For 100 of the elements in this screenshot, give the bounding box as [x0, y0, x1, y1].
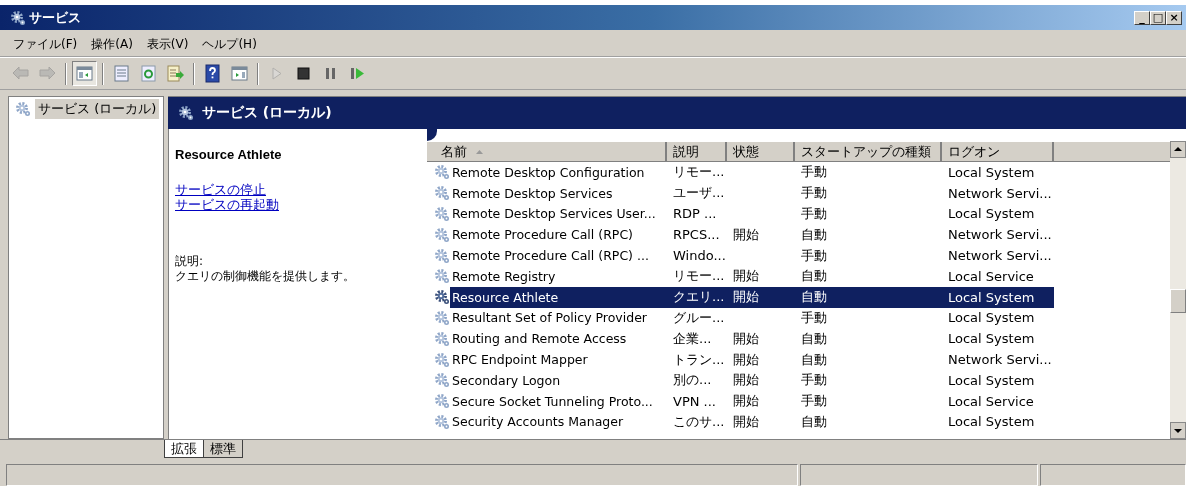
minimize-button[interactable]: _ — [1134, 10, 1150, 25]
table-cell-text: RPCS... — [672, 227, 721, 243]
link[interactable]: サービスの停止 — [175, 182, 266, 197]
tab[interactable]: 拡張 — [164, 440, 204, 458]
scrollbar[interactable] — [1170, 141, 1186, 439]
action-pane-icon[interactable] — [230, 64, 249, 83]
maximize-button[interactable]: □ — [1150, 10, 1166, 25]
menu-item[interactable]: 操作(A) — [84, 33, 140, 55]
gear-icon — [433, 351, 450, 368]
table-cell-text: Local System — [947, 206, 1036, 222]
table-cell-text: Resource Athlete — [451, 289, 560, 305]
gear-icon — [433, 185, 450, 202]
table-cell-text: 企業... — [672, 329, 713, 348]
table-cell-text: Remote Desktop Services — [451, 185, 614, 201]
window-title: サービス — [29, 8, 81, 27]
table-cell-text: 手動 — [800, 308, 828, 327]
table-cell-text: 開始 — [732, 267, 760, 286]
table-cell-text: Network Servi... — [947, 248, 1053, 264]
table-cell-text: 自動 — [800, 329, 828, 348]
table-cell-text: Network Servi... — [947, 227, 1053, 243]
menu-item[interactable]: ヘルプ(H) — [195, 33, 264, 55]
table-cell-text: 手動 — [800, 246, 828, 265]
table-cell-text: Windo... — [672, 248, 727, 264]
table-cell-text: Local System — [947, 331, 1036, 347]
gear-icon — [433, 206, 450, 222]
table-cell-text: グルー... — [672, 308, 726, 327]
table-cell-text: 開始 — [732, 392, 760, 411]
table-cell-text: 開始 — [732, 412, 760, 431]
gear-icon — [15, 101, 31, 117]
table-cell-text: 手動 — [800, 371, 828, 390]
help-icon[interactable] — [203, 64, 222, 83]
gear-icon — [433, 393, 450, 410]
table-cell-text: トラン... — [672, 350, 726, 369]
service-title: Resource Athlete — [175, 147, 283, 162]
column-header[interactable]: 名前 — [427, 142, 667, 161]
menu-item[interactable]: 表示(V) — [139, 33, 196, 55]
table-cell-text: Local System — [947, 289, 1036, 305]
gear-icon — [433, 247, 450, 264]
scroll-thumb[interactable] — [1170, 289, 1186, 313]
column-header[interactable]: 状態 — [727, 142, 795, 161]
table-cell-text: Remote Procedure Call (RPC) — [451, 227, 634, 243]
table-cell-text: 別の... — [672, 371, 713, 390]
table-cell-text: 開始 — [732, 329, 760, 348]
table-cell-text: Remote Procedure Call (RPC) ... — [451, 248, 650, 264]
table-cell-text: Remote Registry — [451, 268, 557, 284]
table-cell-text: Secondary Logon — [451, 372, 562, 388]
table-cell-text: 自動 — [800, 412, 828, 431]
column-header[interactable]: スタートアップの種類 — [795, 142, 942, 161]
tree-pane-icon[interactable] — [75, 64, 94, 83]
table-cell-text: Local System — [947, 372, 1036, 388]
export-list-icon[interactable] — [166, 64, 185, 83]
link[interactable]: サービスの再起動 — [175, 197, 279, 212]
table-cell-text: VPN ... — [672, 393, 717, 409]
table-cell-text: Security Accounts Manager — [451, 414, 625, 430]
table-cell-text: Remote Desktop Services User... — [451, 206, 657, 222]
description-text: クエリの制御機能を提供します。 — [175, 269, 356, 284]
scroll-up-icon[interactable] — [1170, 141, 1186, 158]
table-cell-text: 開始 — [732, 371, 760, 390]
table-cell-text: Local System — [947, 414, 1036, 430]
gear-icon — [10, 9, 26, 26]
gear-icon — [433, 289, 450, 306]
refresh-icon[interactable] — [139, 64, 158, 83]
table-cell-text: Network Servi... — [947, 185, 1053, 201]
column-header[interactable]: 説明 — [667, 142, 727, 161]
stop-icon[interactable] — [294, 64, 313, 83]
table-cell-text: Resultant Set of Policy Provider — [451, 310, 648, 326]
table-cell-text: 開始 — [732, 288, 760, 307]
table-cell-text: ユーザ... — [672, 184, 726, 203]
table-cell-text: 自動 — [800, 225, 828, 244]
table-cell-text: リモー... — [672, 163, 726, 182]
selected-row[interactable]: Resource Athlete クエリ... 開始 自動 Local System — [450, 286, 1054, 308]
table-cell-text: RDP ... — [672, 206, 718, 222]
gear-icon — [433, 372, 450, 389]
menu-item[interactable]: ファイル(F) — [6, 33, 85, 55]
gear-icon — [433, 268, 450, 285]
column-header[interactable]: ログオン — [942, 142, 1054, 161]
properties-icon[interactable] — [112, 64, 131, 83]
table-cell-text: 開始 — [732, 225, 760, 244]
table-cell-text: 自動 — [800, 350, 828, 369]
pane-title: サービス (ローカル) — [202, 104, 332, 122]
tab[interactable]: 標準 — [203, 440, 243, 458]
gear-icon — [433, 413, 450, 430]
table-cell-text: 開始 — [732, 350, 760, 369]
gear-icon — [178, 105, 194, 121]
scroll-down-icon[interactable] — [1170, 422, 1186, 439]
table-cell-text: Routing and Remote Access — [451, 331, 628, 347]
gear-icon — [433, 226, 450, 243]
gear-icon — [433, 330, 450, 347]
table-cell-text: RPC Endpoint Mapper — [451, 352, 589, 368]
table-cell-text: Local System — [947, 310, 1036, 326]
gear-icon — [433, 164, 450, 181]
table-cell-text: クエリ... — [672, 288, 726, 307]
description-label: 説明: — [175, 254, 205, 269]
tree-item[interactable]: サービス (ローカル) — [35, 99, 160, 119]
table-cell-text: 手動 — [800, 392, 828, 411]
table-cell-text: 自動 — [800, 267, 828, 286]
table-cell-text: Local Service — [947, 268, 1035, 284]
table-cell-text: このサ... — [672, 412, 726, 431]
close-button[interactable]: × — [1166, 10, 1182, 25]
table-cell-text: Network Servi... — [947, 352, 1053, 368]
